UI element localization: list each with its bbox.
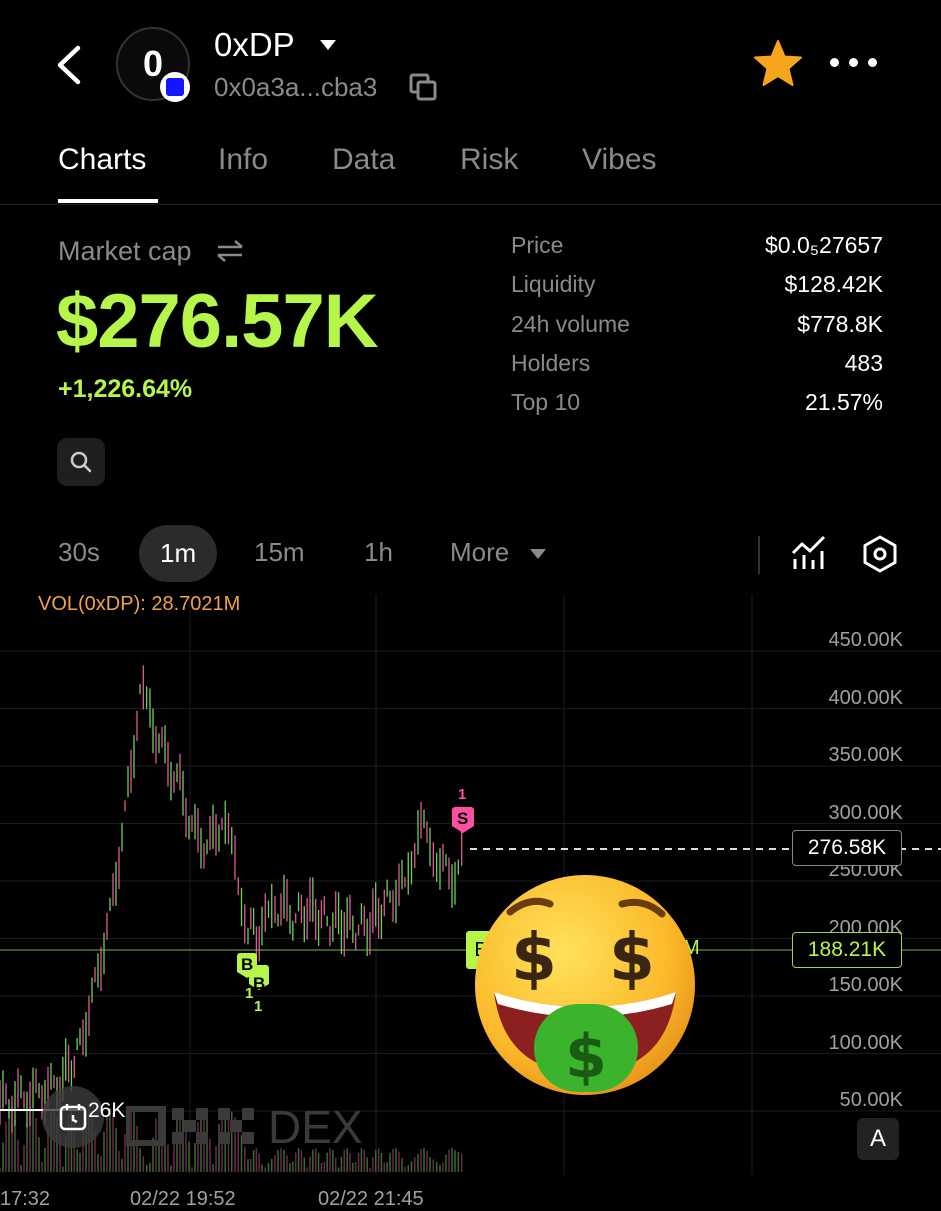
buy-marker-count: 1 — [254, 998, 263, 1015]
stat-value: 483 — [844, 349, 883, 376]
toolbar-divider — [758, 536, 760, 574]
market-cap-value: $276.57K — [56, 279, 379, 364]
tab-bar: Charts Info Data Risk Vibes — [0, 140, 941, 205]
market-cap-label: Market cap — [58, 236, 192, 266]
y-axis-label: 300.00K — [828, 801, 903, 824]
stat-label: Holders — [511, 349, 591, 376]
swap-icon[interactable] — [216, 238, 244, 264]
y-axis-label: 100.00K — [828, 1031, 903, 1054]
y-axis-label: 50.00K — [839, 1089, 903, 1111]
volume-label: VOL(0xDP): 28.7021M — [38, 593, 241, 615]
more-dropdown-icon[interactable] — [530, 549, 546, 559]
interval-1h[interactable]: 1h — [364, 537, 393, 568]
okx-logo-icon — [126, 1106, 254, 1146]
stat-value: $128.42K — [784, 271, 883, 298]
chart-settings-icon[interactable] — [862, 535, 898, 573]
star-icon[interactable] — [752, 38, 804, 90]
auto-scale-button[interactable]: A — [857, 1118, 899, 1160]
stat-value: $778.8K — [797, 310, 883, 337]
active-tab-indicator — [58, 199, 158, 203]
dex-watermark: DEX — [268, 1101, 363, 1153]
stat-holders: Holders 483 — [511, 350, 883, 389]
token-dropdown-icon[interactable] — [320, 40, 336, 50]
stat-price: Price $0.0₅27657 — [511, 232, 883, 271]
stat-volume: 24h volume $778.8K — [511, 311, 883, 350]
buy-marker-letter: B — [253, 974, 266, 993]
stat-label: Price — [511, 232, 564, 258]
token-stats: Price $0.0₅27657 Liquidity $128.42K 24h vo… — [511, 232, 883, 428]
y-axis-label: 450.00K — [828, 629, 903, 651]
chain-badge-icon — [160, 72, 190, 102]
y-axis-label: 150.00K — [828, 974, 903, 996]
stat-label: Top 10 — [511, 389, 581, 416]
svg-text:$: $ — [565, 1022, 607, 1092]
candlesticks — [0, 665, 463, 1133]
stat-value: 21.57% — [804, 389, 883, 416]
money-mouth-face-icon: $ $ $ — [475, 875, 695, 1095]
interval-30s[interactable]: 30s — [58, 537, 100, 568]
back-arrow-icon[interactable] — [50, 40, 90, 90]
current-price-tag: 276.58K — [792, 830, 902, 866]
search-button[interactable] — [57, 438, 105, 486]
search-icon — [70, 451, 92, 473]
chart-grid — [0, 595, 941, 1175]
y-axis-label: 350.00K — [828, 744, 903, 766]
stat-liquidity: Liquidity $128.42K — [511, 271, 883, 310]
indicators-icon[interactable] — [790, 533, 828, 571]
copy-icon[interactable] — [408, 72, 438, 102]
sell-marker-letter: S — [457, 809, 469, 828]
sell-marker-count: 1 — [458, 786, 467, 803]
tab-data[interactable]: Data — [332, 143, 395, 177]
svg-text:$: $ — [511, 919, 557, 996]
interval-more[interactable]: More — [450, 537, 509, 568]
token-address: 0x0a3a...cba3 — [214, 72, 378, 102]
avatar-letter: 0 — [142, 43, 164, 84]
stat-label: 24h volume — [511, 310, 630, 337]
stat-value: $0.0₅27657 — [765, 232, 883, 258]
tab-info[interactable]: Info — [218, 143, 268, 177]
tab-charts[interactable]: Charts — [58, 143, 146, 177]
token-name[interactable]: 0xDP — [214, 26, 295, 64]
buy-marker-letter: B — [241, 955, 254, 974]
buy-price-tag: 188.21K — [792, 932, 902, 968]
calendar-icon — [59, 1104, 87, 1131]
buy-marker-count: 1 — [245, 985, 254, 1002]
interval-15m[interactable]: 15m — [254, 537, 305, 568]
market-cap-change: +1,226.64% — [58, 375, 193, 403]
tab-vibes[interactable]: Vibes — [582, 143, 657, 177]
svg-text:$: $ — [609, 919, 655, 996]
stat-top10: Top 10 21.57% — [511, 389, 883, 428]
tab-risk[interactable]: Risk — [460, 143, 518, 177]
stat-label: Liquidity — [511, 271, 596, 298]
y-axis-label: 400.00K — [828, 686, 903, 709]
interval-1m[interactable]: 1m — [139, 525, 218, 582]
more-options-icon[interactable] — [830, 58, 877, 67]
partial-price-label: 26K — [88, 1099, 126, 1122]
